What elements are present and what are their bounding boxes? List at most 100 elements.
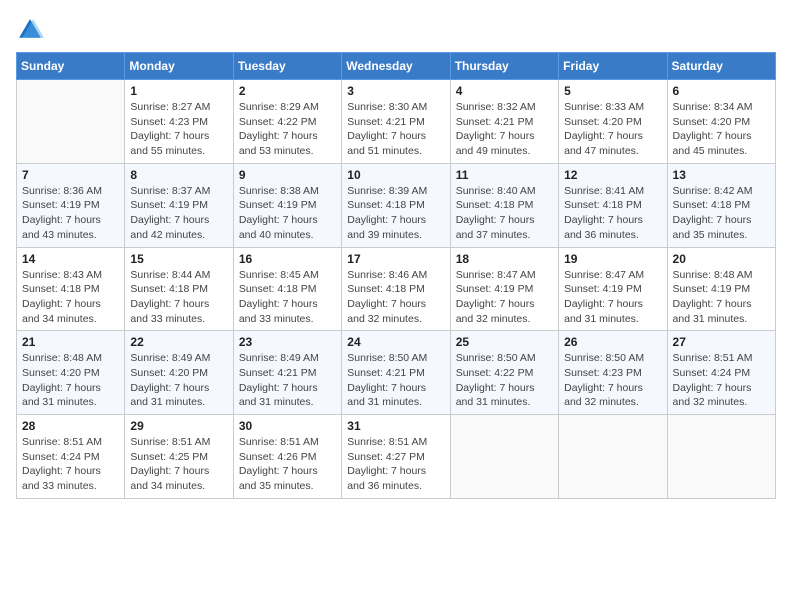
day-number: 31 — [347, 419, 444, 433]
calendar-cell: 11 Sunrise: 8:40 AMSunset: 4:18 PMDaylig… — [450, 163, 558, 247]
day-number: 16 — [239, 252, 336, 266]
logo-icon — [16, 16, 44, 44]
day-number: 18 — [456, 252, 553, 266]
calendar-cell: 15 Sunrise: 8:44 AMSunset: 4:18 PMDaylig… — [125, 247, 233, 331]
calendar-cell: 2 Sunrise: 8:29 AMSunset: 4:22 PMDayligh… — [233, 80, 341, 164]
day-header: Wednesday — [342, 53, 450, 80]
day-info: Sunrise: 8:51 AMSunset: 4:24 PMDaylight:… — [22, 435, 119, 494]
day-info: Sunrise: 8:34 AMSunset: 4:20 PMDaylight:… — [673, 100, 770, 159]
calendar-week-row: 21 Sunrise: 8:48 AMSunset: 4:20 PMDaylig… — [17, 331, 776, 415]
calendar-cell: 31 Sunrise: 8:51 AMSunset: 4:27 PMDaylig… — [342, 415, 450, 499]
calendar-cell: 9 Sunrise: 8:38 AMSunset: 4:19 PMDayligh… — [233, 163, 341, 247]
page-header — [16, 16, 776, 44]
day-info: Sunrise: 8:48 AMSunset: 4:20 PMDaylight:… — [22, 351, 119, 410]
day-number: 9 — [239, 168, 336, 182]
day-info: Sunrise: 8:32 AMSunset: 4:21 PMDaylight:… — [456, 100, 553, 159]
day-info: Sunrise: 8:33 AMSunset: 4:20 PMDaylight:… — [564, 100, 661, 159]
day-number: 28 — [22, 419, 119, 433]
calendar-cell: 22 Sunrise: 8:49 AMSunset: 4:20 PMDaylig… — [125, 331, 233, 415]
calendar-week-row: 14 Sunrise: 8:43 AMSunset: 4:18 PMDaylig… — [17, 247, 776, 331]
day-info: Sunrise: 8:46 AMSunset: 4:18 PMDaylight:… — [347, 268, 444, 327]
day-number: 6 — [673, 84, 770, 98]
day-info: Sunrise: 8:50 AMSunset: 4:23 PMDaylight:… — [564, 351, 661, 410]
calendar-cell — [667, 415, 775, 499]
day-info: Sunrise: 8:45 AMSunset: 4:18 PMDaylight:… — [239, 268, 336, 327]
day-info: Sunrise: 8:48 AMSunset: 4:19 PMDaylight:… — [673, 268, 770, 327]
day-number: 19 — [564, 252, 661, 266]
day-info: Sunrise: 8:49 AMSunset: 4:21 PMDaylight:… — [239, 351, 336, 410]
day-number: 24 — [347, 335, 444, 349]
day-info: Sunrise: 8:30 AMSunset: 4:21 PMDaylight:… — [347, 100, 444, 159]
day-number: 3 — [347, 84, 444, 98]
calendar-cell: 25 Sunrise: 8:50 AMSunset: 4:22 PMDaylig… — [450, 331, 558, 415]
day-number: 30 — [239, 419, 336, 433]
day-number: 12 — [564, 168, 661, 182]
day-number: 17 — [347, 252, 444, 266]
calendar-cell — [17, 80, 125, 164]
calendar-cell: 23 Sunrise: 8:49 AMSunset: 4:21 PMDaylig… — [233, 331, 341, 415]
day-header: Monday — [125, 53, 233, 80]
day-info: Sunrise: 8:51 AMSunset: 4:26 PMDaylight:… — [239, 435, 336, 494]
day-number: 20 — [673, 252, 770, 266]
calendar-cell: 4 Sunrise: 8:32 AMSunset: 4:21 PMDayligh… — [450, 80, 558, 164]
calendar-cell: 29 Sunrise: 8:51 AMSunset: 4:25 PMDaylig… — [125, 415, 233, 499]
calendar-cell: 12 Sunrise: 8:41 AMSunset: 4:18 PMDaylig… — [559, 163, 667, 247]
day-info: Sunrise: 8:40 AMSunset: 4:18 PMDaylight:… — [456, 184, 553, 243]
calendar-cell: 27 Sunrise: 8:51 AMSunset: 4:24 PMDaylig… — [667, 331, 775, 415]
calendar-cell: 19 Sunrise: 8:47 AMSunset: 4:19 PMDaylig… — [559, 247, 667, 331]
calendar-header-row: SundayMondayTuesdayWednesdayThursdayFrid… — [17, 53, 776, 80]
day-info: Sunrise: 8:50 AMSunset: 4:21 PMDaylight:… — [347, 351, 444, 410]
day-number: 21 — [22, 335, 119, 349]
calendar-cell: 20 Sunrise: 8:48 AMSunset: 4:19 PMDaylig… — [667, 247, 775, 331]
calendar-cell: 18 Sunrise: 8:47 AMSunset: 4:19 PMDaylig… — [450, 247, 558, 331]
day-info: Sunrise: 8:27 AMSunset: 4:23 PMDaylight:… — [130, 100, 227, 159]
day-number: 5 — [564, 84, 661, 98]
day-number: 10 — [347, 168, 444, 182]
day-number: 1 — [130, 84, 227, 98]
calendar-cell: 16 Sunrise: 8:45 AMSunset: 4:18 PMDaylig… — [233, 247, 341, 331]
calendar-cell: 30 Sunrise: 8:51 AMSunset: 4:26 PMDaylig… — [233, 415, 341, 499]
calendar-cell: 10 Sunrise: 8:39 AMSunset: 4:18 PMDaylig… — [342, 163, 450, 247]
calendar-cell: 21 Sunrise: 8:48 AMSunset: 4:20 PMDaylig… — [17, 331, 125, 415]
day-header: Thursday — [450, 53, 558, 80]
day-number: 13 — [673, 168, 770, 182]
day-header: Saturday — [667, 53, 775, 80]
day-number: 15 — [130, 252, 227, 266]
day-info: Sunrise: 8:50 AMSunset: 4:22 PMDaylight:… — [456, 351, 553, 410]
calendar-cell: 26 Sunrise: 8:50 AMSunset: 4:23 PMDaylig… — [559, 331, 667, 415]
calendar-cell: 7 Sunrise: 8:36 AMSunset: 4:19 PMDayligh… — [17, 163, 125, 247]
calendar-cell: 28 Sunrise: 8:51 AMSunset: 4:24 PMDaylig… — [17, 415, 125, 499]
day-info: Sunrise: 8:37 AMSunset: 4:19 PMDaylight:… — [130, 184, 227, 243]
day-info: Sunrise: 8:47 AMSunset: 4:19 PMDaylight:… — [456, 268, 553, 327]
day-number: 7 — [22, 168, 119, 182]
calendar-week-row: 7 Sunrise: 8:36 AMSunset: 4:19 PMDayligh… — [17, 163, 776, 247]
calendar-cell: 13 Sunrise: 8:42 AMSunset: 4:18 PMDaylig… — [667, 163, 775, 247]
calendar-cell: 8 Sunrise: 8:37 AMSunset: 4:19 PMDayligh… — [125, 163, 233, 247]
calendar-table: SundayMondayTuesdayWednesdayThursdayFrid… — [16, 52, 776, 499]
day-number: 26 — [564, 335, 661, 349]
calendar-cell: 6 Sunrise: 8:34 AMSunset: 4:20 PMDayligh… — [667, 80, 775, 164]
calendar-week-row: 1 Sunrise: 8:27 AMSunset: 4:23 PMDayligh… — [17, 80, 776, 164]
calendar-cell: 5 Sunrise: 8:33 AMSunset: 4:20 PMDayligh… — [559, 80, 667, 164]
day-number: 29 — [130, 419, 227, 433]
day-number: 11 — [456, 168, 553, 182]
day-number: 27 — [673, 335, 770, 349]
day-info: Sunrise: 8:51 AMSunset: 4:27 PMDaylight:… — [347, 435, 444, 494]
day-info: Sunrise: 8:43 AMSunset: 4:18 PMDaylight:… — [22, 268, 119, 327]
day-number: 14 — [22, 252, 119, 266]
calendar-week-row: 28 Sunrise: 8:51 AMSunset: 4:24 PMDaylig… — [17, 415, 776, 499]
day-info: Sunrise: 8:39 AMSunset: 4:18 PMDaylight:… — [347, 184, 444, 243]
day-number: 4 — [456, 84, 553, 98]
day-info: Sunrise: 8:49 AMSunset: 4:20 PMDaylight:… — [130, 351, 227, 410]
day-info: Sunrise: 8:41 AMSunset: 4:18 PMDaylight:… — [564, 184, 661, 243]
day-info: Sunrise: 8:38 AMSunset: 4:19 PMDaylight:… — [239, 184, 336, 243]
day-info: Sunrise: 8:51 AMSunset: 4:24 PMDaylight:… — [673, 351, 770, 410]
day-info: Sunrise: 8:36 AMSunset: 4:19 PMDaylight:… — [22, 184, 119, 243]
day-info: Sunrise: 8:51 AMSunset: 4:25 PMDaylight:… — [130, 435, 227, 494]
day-number: 22 — [130, 335, 227, 349]
day-header: Sunday — [17, 53, 125, 80]
day-info: Sunrise: 8:44 AMSunset: 4:18 PMDaylight:… — [130, 268, 227, 327]
day-number: 2 — [239, 84, 336, 98]
day-number: 8 — [130, 168, 227, 182]
calendar-cell: 3 Sunrise: 8:30 AMSunset: 4:21 PMDayligh… — [342, 80, 450, 164]
